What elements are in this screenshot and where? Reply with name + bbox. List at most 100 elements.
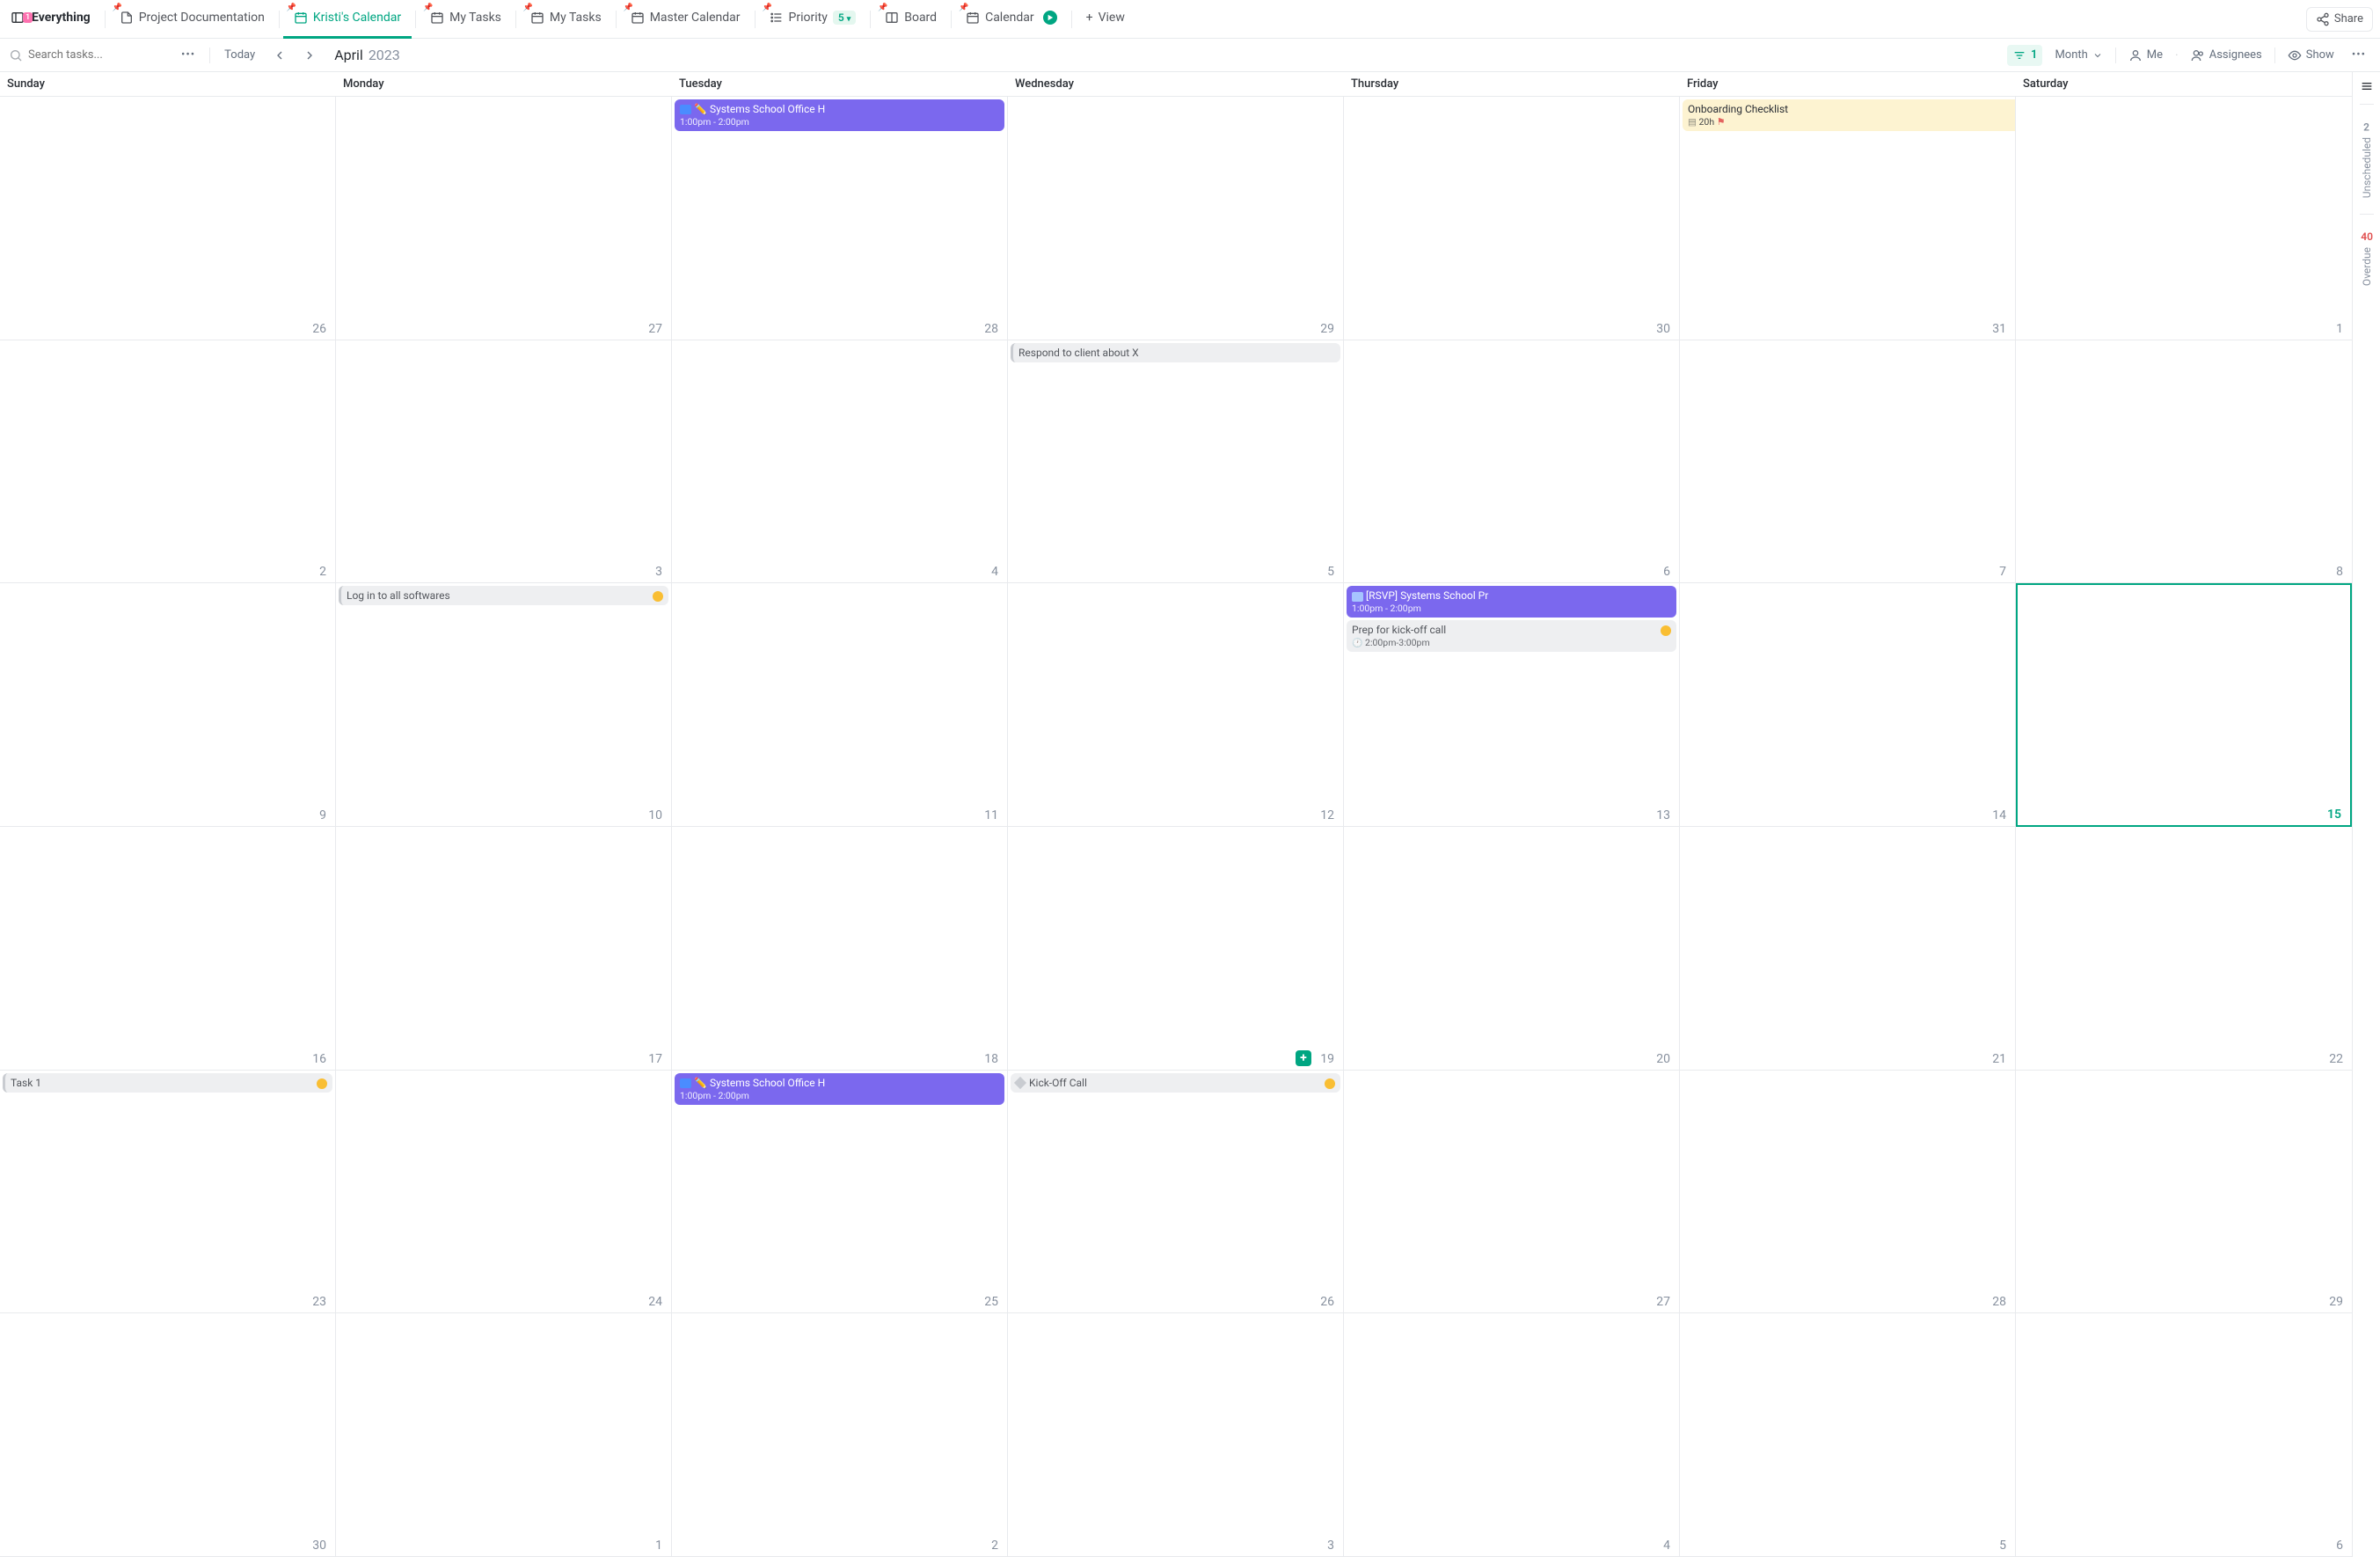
date-number: 12 [1320, 808, 1334, 822]
calendar-cell[interactable]: +2 [0, 340, 336, 584]
calendar-cell[interactable]: +3 [336, 340, 672, 584]
date-number: 6 [2336, 1539, 2343, 1553]
tab-calendar[interactable]: 📌Calendar [955, 0, 1068, 39]
calendar-event[interactable]: [RSVP] Systems School Pr1:00pm - 2:00pm [1347, 586, 1676, 618]
calendar-cell[interactable]: +4 [672, 340, 1008, 584]
calendar-cell[interactable]: +7 [1680, 340, 2016, 584]
calendar-cell[interactable]: +1 [336, 1313, 672, 1557]
calendar-event[interactable]: ✏️ Systems School Office H1:00pm - 2:00p… [675, 99, 1004, 131]
date-number: 5 [1327, 565, 1334, 579]
calendar-cell[interactable]: +17 [336, 827, 672, 1071]
play-icon[interactable] [1043, 11, 1057, 25]
event-title: Log in to all softwares [347, 589, 450, 602]
calendar-cell[interactable]: ✏️ Systems School Office H1:00pm - 2:00p… [672, 1071, 1008, 1314]
calendar-cell[interactable]: Log in to all softwares+10 [336, 583, 672, 827]
calendar-cell[interactable]: +11 [672, 583, 1008, 827]
event-time: 1:00pm - 2:00pm [1352, 603, 1671, 614]
date-number: 26 [1320, 1295, 1334, 1309]
overflow-button[interactable]: ••• [2347, 45, 2371, 65]
calendar-cell[interactable]: +27 [1344, 1071, 1680, 1314]
calendar-cell[interactable]: +6 [2016, 1313, 2352, 1557]
calendar-event[interactable]: ✏️ Systems School Office H1:00pm - 2:00p… [675, 1073, 1004, 1105]
tab-priority[interactable]: 📌Priority5 ▾ [759, 0, 867, 39]
flag-icon: ⚑ [1717, 116, 1726, 128]
tab-my-tasks[interactable]: 📌My Tasks [520, 0, 612, 39]
me-filter[interactable]: Me [2123, 45, 2168, 66]
add-view-button[interactable]: + View [1076, 0, 1135, 39]
tab-board[interactable]: 📌Board [874, 0, 947, 39]
calendar-cell[interactable]: +2 [672, 1313, 1008, 1557]
overdue-panel-toggle[interactable]: Overdue 40 [2361, 225, 2373, 291]
calendar-cell[interactable]: +9 [0, 583, 336, 827]
calendar-event[interactable]: Respond to client about X [1011, 343, 1340, 362]
date-number: 3 [1327, 1539, 1334, 1553]
date-number: 9 [319, 808, 326, 822]
calendar-cell[interactable]: +26 [0, 97, 336, 340]
tab-project-documentation[interactable]: 📌Project Documentation [109, 0, 275, 39]
calendar-cell[interactable]: +24 [336, 1071, 672, 1314]
calendar-cell[interactable]: +29 [2016, 1071, 2352, 1314]
zoom-icon [680, 1078, 691, 1088]
calendar-cell[interactable]: +1 [2016, 97, 2352, 340]
calendar-cell[interactable]: [RSVP] Systems School Pr1:00pm - 2:00pmP… [1344, 583, 1680, 827]
calendar-cell[interactable]: +16 [0, 827, 336, 1071]
calendar-icon [530, 11, 544, 25]
calendar-cell[interactable]: +19 [1008, 827, 1344, 1071]
calendar-cell[interactable]: +3 [1008, 1313, 1344, 1557]
filter-button[interactable]: 1 [2007, 45, 2042, 66]
search-input[interactable] [28, 48, 151, 62]
calendar-cell[interactable]: ✏️ Systems School Office H1:00pm - 2:00p… [672, 97, 1008, 340]
calendar-event[interactable]: Onboarding Checklist▤ 20h ⚑ [1683, 99, 2016, 131]
today-button[interactable]: Today [219, 45, 260, 65]
calendar-cell[interactable]: +18 [672, 827, 1008, 1071]
calendar-cell[interactable]: +22 [2016, 827, 2352, 1071]
date-number: 15 [2327, 808, 2341, 822]
list-icon[interactable] [2360, 79, 2374, 93]
tab-my-tasks[interactable]: 📌My Tasks [420, 0, 512, 39]
date-number: 29 [1320, 322, 1334, 336]
add-task-button[interactable]: + [1296, 1050, 1311, 1066]
calendar-cell[interactable]: +5 [1680, 1313, 2016, 1557]
calendar-cell[interactable]: +21 [1680, 827, 2016, 1071]
sidebar-toggle-icon[interactable]: 1 [11, 11, 25, 25]
range-selector[interactable]: Month [2049, 45, 2107, 65]
calendar-cell[interactable]: +15 [2016, 583, 2352, 827]
tab-label: Kristi's Calendar [313, 11, 401, 25]
unscheduled-panel-toggle[interactable]: Unscheduled 2 [2361, 115, 2373, 203]
tab-master-calendar[interactable]: 📌Master Calendar [620, 0, 751, 39]
workspace-tab[interactable]: 1 Everything [7, 0, 101, 39]
calendar-cell[interactable]: Task 1+23 [0, 1071, 336, 1314]
calendar-cell[interactable]: +30 [1344, 97, 1680, 340]
assignees-filter[interactable]: Assignees [2186, 45, 2267, 66]
share-button[interactable]: Share [2306, 7, 2373, 32]
date-number: 28 [984, 322, 998, 336]
calendar-cell[interactable]: +27 [336, 97, 672, 340]
calendar-cell[interactable]: +12 [1008, 583, 1344, 827]
day-header: Friday [1680, 72, 2016, 96]
calendar-event[interactable]: Log in to all softwares [339, 586, 668, 605]
next-month-button[interactable] [299, 45, 320, 66]
search-box[interactable] [9, 48, 167, 62]
date-number: 30 [1656, 322, 1670, 336]
calendar-cell[interactable]: +8 [2016, 340, 2352, 584]
calendar-cell[interactable]: +4 [1344, 1313, 1680, 1557]
calendar-cell[interactable]: +20 [1344, 827, 1680, 1071]
tab-kristi-s-calendar[interactable]: 📌Kristi's Calendar [283, 0, 412, 39]
calendar-event[interactable]: Kick-Off Call [1011, 1073, 1340, 1093]
calendar-event[interactable]: Task 1 [3, 1073, 332, 1093]
calendar-cell[interactable]: +14 [1680, 583, 2016, 827]
calendar-cell[interactable]: +30 [0, 1313, 336, 1557]
calendar-cell[interactable]: +28 [1680, 1071, 2016, 1314]
calendar-cell[interactable]: Respond to client about X+5 [1008, 340, 1344, 584]
pin-icon: 📌 [878, 4, 887, 12]
event-title: Onboarding Checklist [1688, 103, 1788, 115]
calendar-cell[interactable]: Onboarding Checklist▤ 20h ⚑+31 [1680, 97, 2016, 340]
date-number: 20 [1656, 1052, 1670, 1066]
more-options-button[interactable]: ••• [176, 45, 201, 65]
prev-month-button[interactable] [269, 45, 290, 66]
calendar-cell[interactable]: +6 [1344, 340, 1680, 584]
calendar-cell[interactable]: Kick-Off Call+26 [1008, 1071, 1344, 1314]
calendar-event[interactable]: Prep for kick-off call🕐 2:00pm-3:00pm [1347, 620, 1676, 652]
calendar-cell[interactable]: +29 [1008, 97, 1344, 340]
show-button[interactable]: Show [2282, 45, 2340, 66]
